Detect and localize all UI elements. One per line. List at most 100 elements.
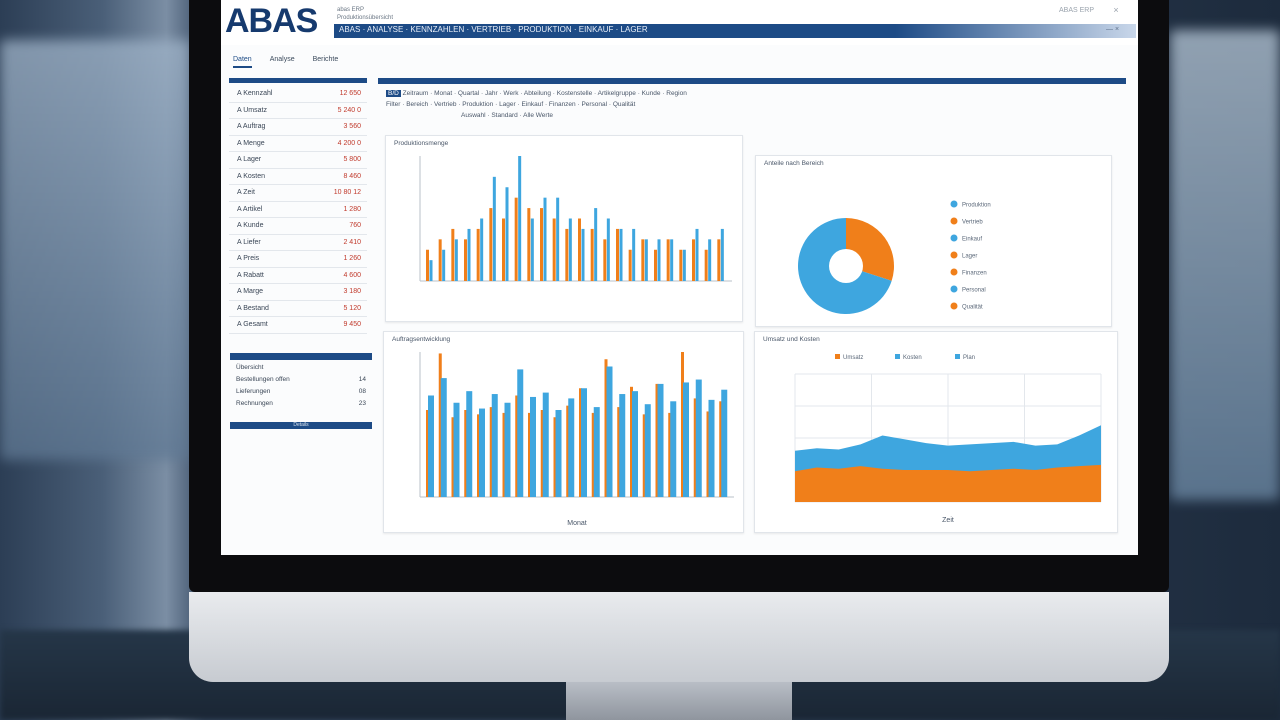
sidebar-item[interactable]: A Preis 1 260: [229, 251, 367, 268]
list-item[interactable]: Bestellungen offen 14: [230, 376, 372, 388]
sidebar-item-value: 5 120: [343, 304, 361, 312]
sidebar-item[interactable]: A Artikel 1 280: [229, 202, 367, 218]
tab-berichte[interactable]: Berichte: [313, 56, 339, 68]
bar: [708, 239, 712, 281]
bar: [530, 396, 536, 497]
legend-label: Personal: [962, 288, 986, 294]
legend-marker: [950, 234, 958, 242]
bar: [505, 187, 509, 281]
sidebar: A Kennzahl 12 650 A Umsatz 5 240 0 A Auftrag…: [229, 78, 367, 334]
bar: [527, 208, 531, 281]
sidebar-item[interactable]: A Umsatz 5 240 0: [229, 103, 367, 119]
sidebar-item-label: A Kennzahl: [237, 90, 273, 98]
chart-card-production: Produktionsmenge: [385, 135, 743, 322]
legend-label: Einkauf: [962, 237, 982, 243]
bar: [657, 239, 661, 281]
sidebar-item[interactable]: A Menge 4 200 0: [229, 136, 367, 152]
sidebar-item[interactable]: A Zeit 10 80 12: [229, 185, 367, 202]
legend-label: Vertrieb: [962, 220, 983, 226]
sidebar-item-value: 1 280: [343, 205, 361, 213]
legend-marker: [955, 354, 960, 359]
bar-chart-production: [419, 156, 732, 282]
background-panel-right: [1170, 30, 1280, 500]
app-subtitle: abas ERP: [337, 7, 365, 13]
bar: [619, 394, 626, 497]
filter-row-3[interactable]: Auswahl · Standard · Alle Werte: [461, 112, 553, 119]
sidebar-list: A Kennzahl 12 650 A Umsatz 5 240 0 A Auftrag…: [229, 86, 367, 334]
sidebar-item[interactable]: A Liefer 2 410: [229, 235, 367, 251]
list-item-label: Bestellungen offen: [236, 376, 290, 383]
chart-card-pie: Anteile nach Bereich Produktion Vertrieb E…: [755, 155, 1112, 327]
sidebar-item-label: A Auftrag: [237, 123, 266, 131]
bar: [492, 176, 496, 281]
bar: [543, 197, 547, 281]
sidebar-item-label: A Bestand: [237, 304, 269, 312]
monitor: ABAS abas ERP Produktionsübersicht ABAS …: [189, 0, 1169, 720]
sidebar-item[interactable]: A Gesamt 9 450: [229, 317, 367, 334]
strip-controls[interactable]: — ×: [1106, 26, 1119, 33]
tab-daten[interactable]: Daten: [233, 56, 252, 68]
bar: [451, 228, 455, 281]
sidebar-item-value: 8 460: [343, 172, 361, 180]
sidebar-item-value: 5 240 0: [337, 106, 361, 114]
app-subtitle-2: Produktionsübersicht: [337, 15, 394, 21]
bar: [479, 408, 485, 497]
bar: [504, 402, 511, 497]
sidebar-item[interactable]: A Bestand 5 120: [229, 301, 367, 317]
bar: [491, 394, 498, 497]
bar: [616, 228, 619, 281]
sidebar-item[interactable]: A Marge 3 180: [229, 284, 367, 301]
main-menu[interactable]: ABAS · ANALYSE · KENNZAHLEN · VERTRIEB ·…: [339, 25, 648, 34]
bar: [568, 398, 575, 497]
sidebar-item-value: 5 800: [343, 156, 361, 164]
bar: [568, 218, 572, 281]
bar: [565, 228, 569, 281]
bar: [514, 197, 518, 281]
filter-highlight[interactable]: B/D: [386, 90, 401, 97]
bar: [454, 239, 458, 281]
bar-chart-orders: Monat: [419, 352, 734, 527]
bar: [464, 239, 467, 281]
sidebar-item[interactable]: A Lager 5 800: [229, 152, 367, 169]
sidebar-item[interactable]: A Kosten 8 460: [229, 169, 367, 185]
tab-analyse[interactable]: Analyse: [270, 56, 295, 68]
list-item[interactable]: Lieferungen 08: [230, 388, 372, 400]
bar: [517, 369, 524, 497]
sidebar-item-label: A Preis: [237, 255, 260, 263]
main-header-bar: [378, 78, 1126, 84]
sidebar-item[interactable]: A Kunde 760: [229, 218, 367, 235]
sidebar-item-label: A Umsatz: [237, 106, 267, 114]
bar: [440, 378, 447, 497]
bar: [695, 228, 699, 281]
list-item[interactable]: Rechnungen 23: [230, 400, 372, 412]
bar: [428, 395, 434, 497]
legend-label: Produktion: [962, 203, 991, 209]
bar: [489, 208, 493, 281]
sidebar-item-value: 3 180: [343, 288, 361, 296]
close-icon[interactable]: ×: [1111, 5, 1121, 15]
bar: [429, 260, 433, 281]
legend-marker: [950, 268, 958, 276]
list-item[interactable]: Übersicht: [230, 364, 372, 376]
bar: [632, 391, 638, 497]
summary-list: Übersicht Bestellungen offen 14 Lieferungen…: [230, 364, 372, 412]
summary-panel-header: [230, 353, 372, 360]
top-bar: ABAS abas ERP Produktionsübersicht ABAS …: [221, 0, 1138, 45]
bar: [708, 399, 715, 497]
chart-title: Umsatz und Kosten: [763, 336, 820, 343]
bar: [594, 208, 598, 281]
legend-marker: [950, 200, 958, 208]
sidebar-item[interactable]: A Kennzahl 12 650: [229, 86, 367, 103]
filter-row-1[interactable]: B/D Zeitraum · Monat · Quartal · Jahr · …: [386, 90, 687, 97]
sidebar-item-value: 3 560: [343, 123, 361, 131]
sidebar-item[interactable]: A Auftrag 3 560: [229, 119, 367, 136]
details-button[interactable]: Details: [230, 422, 372, 429]
bar: [466, 391, 473, 497]
sidebar-item-label: A Kunde: [237, 222, 264, 230]
bar: [603, 239, 607, 281]
sidebar-item[interactable]: A Rabatt 4 600: [229, 268, 367, 284]
bar: [717, 239, 721, 281]
sidebar-item-label: A Liefer: [237, 238, 261, 246]
bar: [619, 228, 623, 281]
filter-row-2[interactable]: Filter · Bereich · Vertrieb · Produktion…: [386, 101, 635, 108]
